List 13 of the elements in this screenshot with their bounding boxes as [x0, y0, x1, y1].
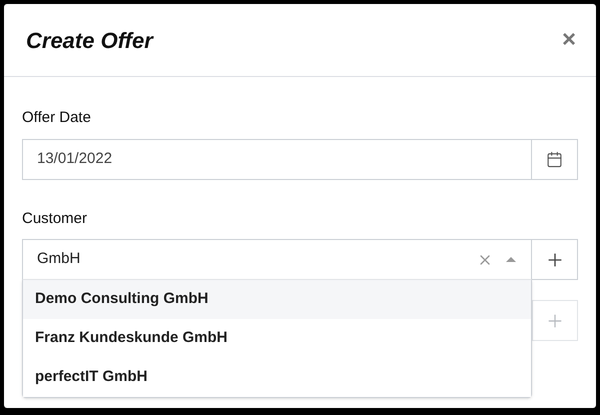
field-label: Offer Date	[22, 108, 92, 128]
close-button[interactable]: ×	[562, 28, 576, 52]
calendar-icon	[546, 150, 563, 168]
field-label: Customer	[22, 208, 88, 228]
calendar-button[interactable]	[532, 138, 578, 180]
dropdown-option[interactable]: Demo Consulting GmbH	[23, 280, 531, 319]
dialog-title: Create Offer	[26, 26, 153, 54]
dropdown-option[interactable]: Franz Kundeskunde GmbH	[23, 319, 531, 358]
date-field[interactable]: 13/01/2022	[22, 138, 532, 180]
dropdown-option[interactable]: perfectIT GmbH	[23, 358, 531, 397]
caret-up-icon	[505, 256, 517, 263]
customer-select[interactable]: GmbH	[22, 239, 532, 280]
add-customer-button[interactable]	[532, 239, 578, 280]
